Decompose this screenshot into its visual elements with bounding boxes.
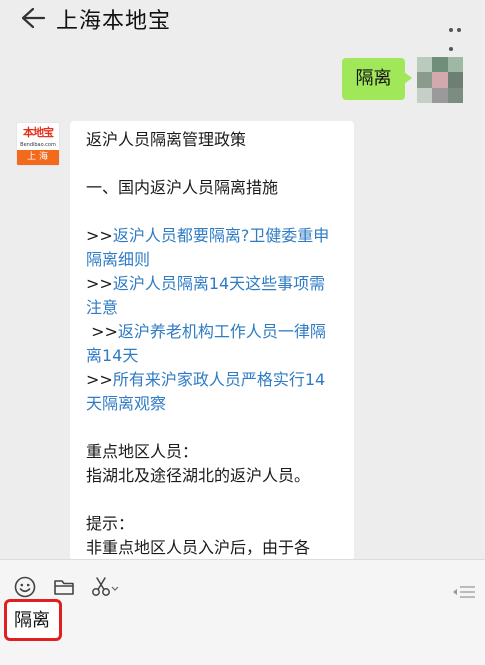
emoji-icon[interactable] xyxy=(14,576,36,598)
logo-top-text: 本地宝 xyxy=(23,126,54,139)
more-dots-icon[interactable] xyxy=(449,17,471,51)
article-link[interactable]: 返沪人员隔离14天这些事项需注意 xyxy=(86,274,325,317)
key-area-label: 重点地区人员： xyxy=(86,442,199,461)
article-link[interactable]: 所有来沪家政人员严格实行14天隔离观察 xyxy=(86,370,325,413)
sender-avatar[interactable]: 本地宝 Bendibao.com 上海 xyxy=(16,122,60,166)
link-item: >>返沪人员都要隔离?卫健委重申隔离细则 xyxy=(86,226,330,269)
article-link[interactable]: 返沪养老机构工作人员一律隔离14天 xyxy=(86,322,326,365)
tip-block: 提示： 非重点地区人员入沪后，由于各 xyxy=(86,512,340,560)
section-heading: 一、国内返沪人员隔离措施 xyxy=(86,178,279,197)
tip-text: 非重点地区人员入沪后，由于各 xyxy=(86,538,311,557)
back-arrow-icon[interactable] xyxy=(20,6,46,30)
chat-title: 上海本地宝 xyxy=(56,9,172,34)
tip-label: 提示： xyxy=(86,514,135,533)
message-input[interactable]: 隔离 xyxy=(4,599,62,641)
message-title: 返沪人员隔离管理政策 xyxy=(86,130,247,149)
link-item: >>返沪人员隔离14天这些事项需注意 xyxy=(86,274,326,317)
incoming-message-bubble: 返沪人员隔离管理政策 一、国内返沪人员隔离措施 >>返沪人员都要隔离?卫健委重申… xyxy=(70,121,354,561)
link-list: >>返沪人员都要隔离?卫健委重申隔离细则 >>返沪人员隔离14天这些事项需注意 … xyxy=(86,224,340,416)
outgoing-message-bubble[interactable]: 隔离 xyxy=(342,58,412,100)
list-icon[interactable] xyxy=(452,585,476,599)
link-item: >>返沪养老机构工作人员一律隔离14天 xyxy=(86,322,326,365)
key-area-text: 指湖北及途径湖北的返沪人员。 xyxy=(86,466,311,485)
my-avatar[interactable] xyxy=(417,57,463,103)
link-item: >>所有来沪家政人员严格实行14天隔离观察 xyxy=(86,370,326,413)
article-link[interactable]: 返沪人员都要隔离?卫健委重申隔离细则 xyxy=(86,226,329,269)
top-bar: 上海本地宝 xyxy=(0,0,485,51)
key-area-block: 重点地区人员： 指湖北及途径湖北的返沪人员。 xyxy=(86,440,340,488)
input-area: 隔离 xyxy=(0,559,485,665)
scissors-icon[interactable] xyxy=(91,576,119,598)
logo-sub-text: Bendibao.com xyxy=(20,142,56,148)
logo-city-text: 上海 xyxy=(17,150,59,165)
folder-icon[interactable] xyxy=(53,576,75,598)
